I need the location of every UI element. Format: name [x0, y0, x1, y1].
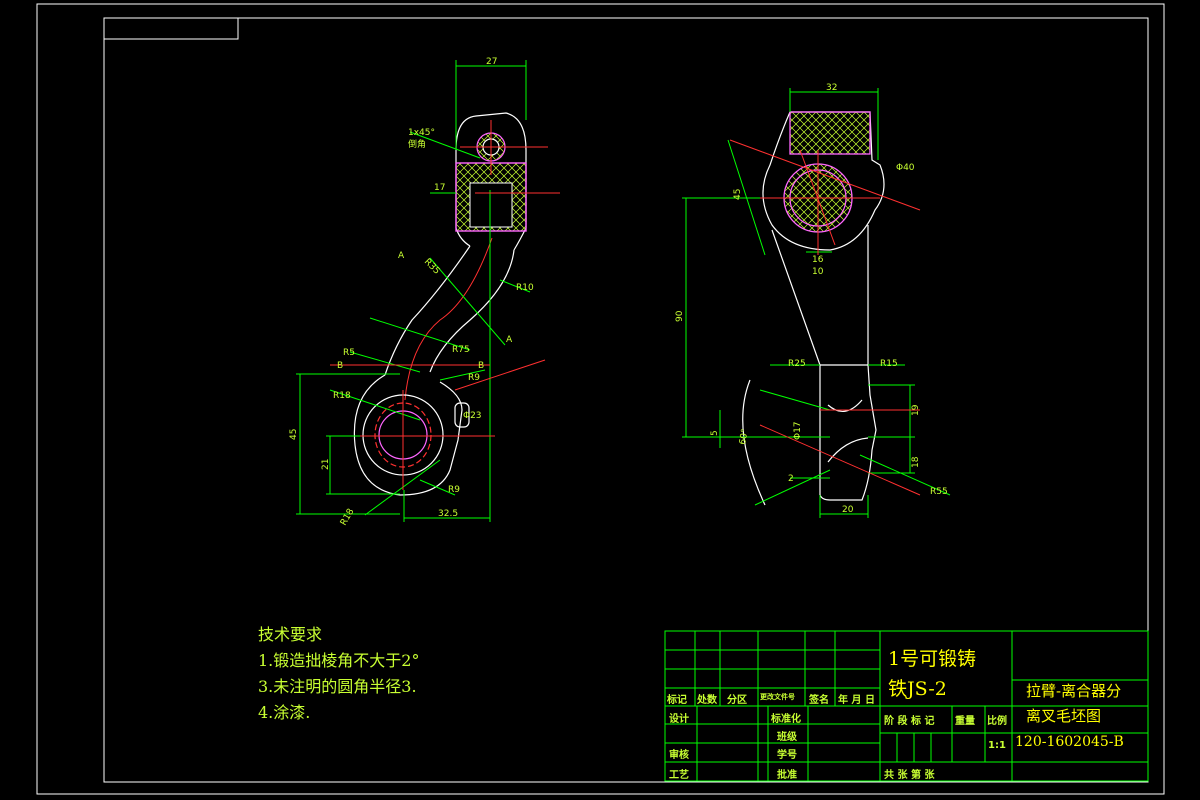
dim-r15: R15 — [880, 359, 898, 369]
dim-27: 27 — [486, 57, 497, 67]
section-b-right: B — [478, 361, 484, 371]
dim-18: 18 — [911, 456, 921, 468]
dim-r9a: R9 — [468, 373, 480, 383]
dim-60: 60° — [738, 428, 751, 445]
part-name-line-1: 拉臂-离合器分 — [1026, 682, 1122, 700]
scale-value: 1:1 — [988, 740, 1006, 751]
header-change-doc: 更改文件号 — [760, 693, 795, 701]
drawing-sheet: 27 1x45° 倒角 17 R35 R10 R75 R5 R9 R18 Φ23… — [36, 3, 1165, 795]
dim-5: 5 — [710, 430, 720, 436]
dim-2: 2 — [788, 474, 794, 484]
dim-32-5: 32.5 — [438, 509, 458, 519]
dim-20: 20 — [842, 505, 854, 515]
role-craft: 工艺 — [669, 770, 689, 781]
dim-r18b: R18 — [339, 507, 357, 528]
scale-label: 比例 — [987, 716, 1007, 727]
weight-label: 重量 — [955, 716, 975, 727]
notes-item-2: 3.未注明的圆角半径3. — [258, 677, 417, 696]
dim-r5: R5 — [343, 348, 355, 358]
section-b-left: B — [337, 361, 343, 371]
role-student: 学号 — [777, 750, 797, 761]
role-design: 设计 — [669, 714, 689, 725]
dim-r55: R55 — [930, 487, 948, 497]
sheet-count: 共 张 第 张 — [884, 770, 935, 781]
drawing-number: 120-1602045-B — [1015, 734, 1124, 750]
dim-32: 32 — [826, 83, 837, 93]
header-count: 处数 — [697, 695, 717, 706]
dim-r75: R75 — [452, 345, 470, 355]
role-review: 审核 — [669, 750, 689, 761]
dim-r18a: R18 — [333, 391, 351, 401]
dim-r25: R25 — [788, 359, 806, 369]
material-line-2: 铁JS-2 — [888, 678, 947, 700]
notes-title: 技术要求 — [258, 625, 323, 644]
part-name-line-2: 离叉毛坯图 — [1026, 707, 1102, 725]
notes-item-1: 1.锻造拙棱角不大于2° — [258, 651, 420, 670]
section-a-bottom: A — [506, 335, 513, 345]
role-standard: 标准化 — [771, 714, 801, 725]
header-date: 年 月 日 — [838, 695, 875, 706]
stage-mark: 阶 段 标 记 — [884, 716, 935, 727]
dim-19: 19 — [911, 404, 921, 416]
dim-phi23: Φ23 — [463, 411, 482, 421]
notes-item-3: 4.涂漆. — [258, 703, 311, 722]
role-approve: 批准 — [777, 770, 797, 781]
section-a-top: A — [398, 251, 405, 261]
dim-r9b: R9 — [448, 485, 460, 495]
dim-10: 10 — [812, 267, 824, 277]
dim-17: 17 — [434, 183, 445, 193]
header-zone: 分区 — [727, 695, 747, 706]
dim-21: 21 — [321, 459, 331, 470]
outer-border — [36, 3, 1165, 795]
material-line-1: 1号可锻铸 — [888, 648, 977, 670]
corner-box — [103, 17, 239, 40]
dim-16: 16 — [812, 255, 824, 265]
header-mark: 标记 — [667, 695, 687, 706]
dim-90: 90 — [675, 310, 685, 322]
front-view — [353, 112, 527, 496]
dim-chamfer-note: 倒角 — [408, 138, 426, 150]
technical-notes: 技术要求 1.锻造拙棱角不大于2° 3.未注明的圆角半径3. 4.涂漆. — [258, 622, 419, 726]
dim-r10: R10 — [516, 283, 534, 293]
dim-45: 45 — [289, 429, 299, 440]
dim-chamfer: 1x45° — [408, 128, 435, 138]
dim-r35: R35 — [422, 257, 442, 277]
dim-45-side: 45 — [733, 189, 743, 200]
dim-phi17: Φ17 — [793, 421, 803, 440]
header-sign: 签名 — [809, 695, 829, 706]
dim-phi40: Φ40 — [896, 163, 915, 173]
role-proofread: 班级 — [777, 732, 797, 743]
